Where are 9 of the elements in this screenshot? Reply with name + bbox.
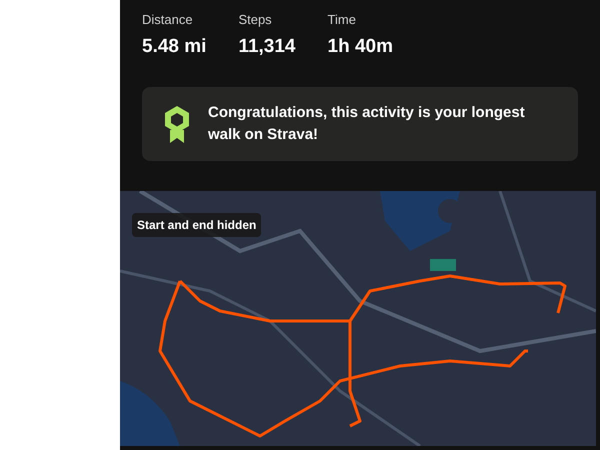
stat-label: Steps: [238, 11, 273, 29]
stat-label: Distance: [142, 11, 194, 29]
stat-label: Time: [328, 11, 357, 29]
map-badge: Start and end hidden: [132, 213, 262, 237]
stat-value: 5.48 mi: [142, 35, 206, 59]
stat-value: 1h 40m: [328, 35, 393, 59]
medal-icon: [162, 104, 192, 144]
achievement-message: Congratulations, this activity is your longest walk on Strava!: [208, 103, 526, 145]
stat-value: 11,314: [238, 35, 296, 59]
